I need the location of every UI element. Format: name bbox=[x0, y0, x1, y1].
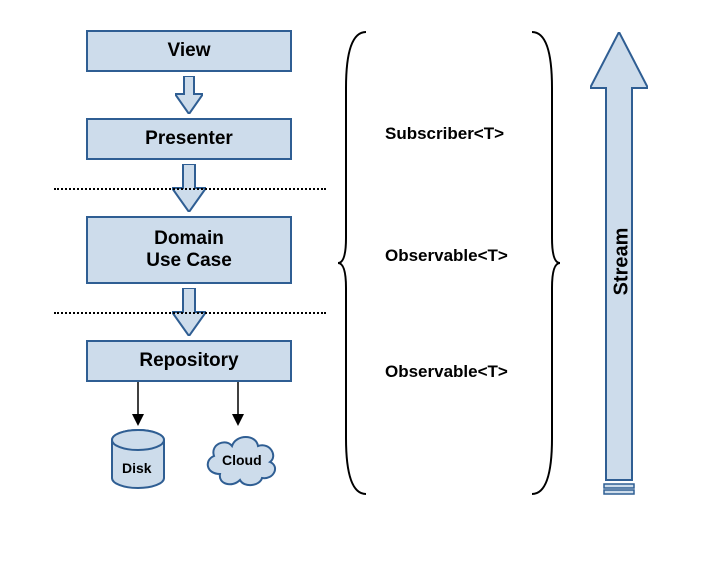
stream-label: Stream bbox=[610, 228, 633, 296]
rx-label-subscriber: Subscriber<T> bbox=[385, 124, 504, 144]
layer-label-domain-1: Domain bbox=[154, 228, 224, 250]
rx-label-observable-domain: Observable<T> bbox=[385, 246, 508, 266]
diagram-canvas: { "chart_data": { "type": "diagram", "ti… bbox=[0, 0, 712, 562]
layer-label-presenter: Presenter bbox=[145, 128, 233, 150]
brace-left-icon bbox=[336, 28, 370, 498]
layer-label-view: View bbox=[168, 40, 211, 62]
layer-box-presenter: Presenter bbox=[86, 118, 292, 160]
arrow-view-to-presenter bbox=[175, 76, 203, 114]
storage-cloud-label: Cloud bbox=[222, 452, 262, 468]
brace-right-icon bbox=[528, 28, 562, 498]
layer-box-view: View bbox=[86, 30, 292, 72]
rx-label-observable-repository: Observable<T> bbox=[385, 362, 508, 382]
layer-separator-1 bbox=[54, 188, 326, 190]
layer-box-domain: Domain Use Case bbox=[86, 216, 292, 284]
layer-label-repository: Repository bbox=[139, 350, 238, 372]
layer-label-domain-2: Use Case bbox=[146, 250, 232, 272]
storage-disk-label: Disk bbox=[122, 460, 152, 476]
arrows-repository-to-storage bbox=[86, 382, 292, 432]
layer-separator-2 bbox=[54, 312, 326, 314]
layer-box-repository: Repository bbox=[86, 340, 292, 382]
